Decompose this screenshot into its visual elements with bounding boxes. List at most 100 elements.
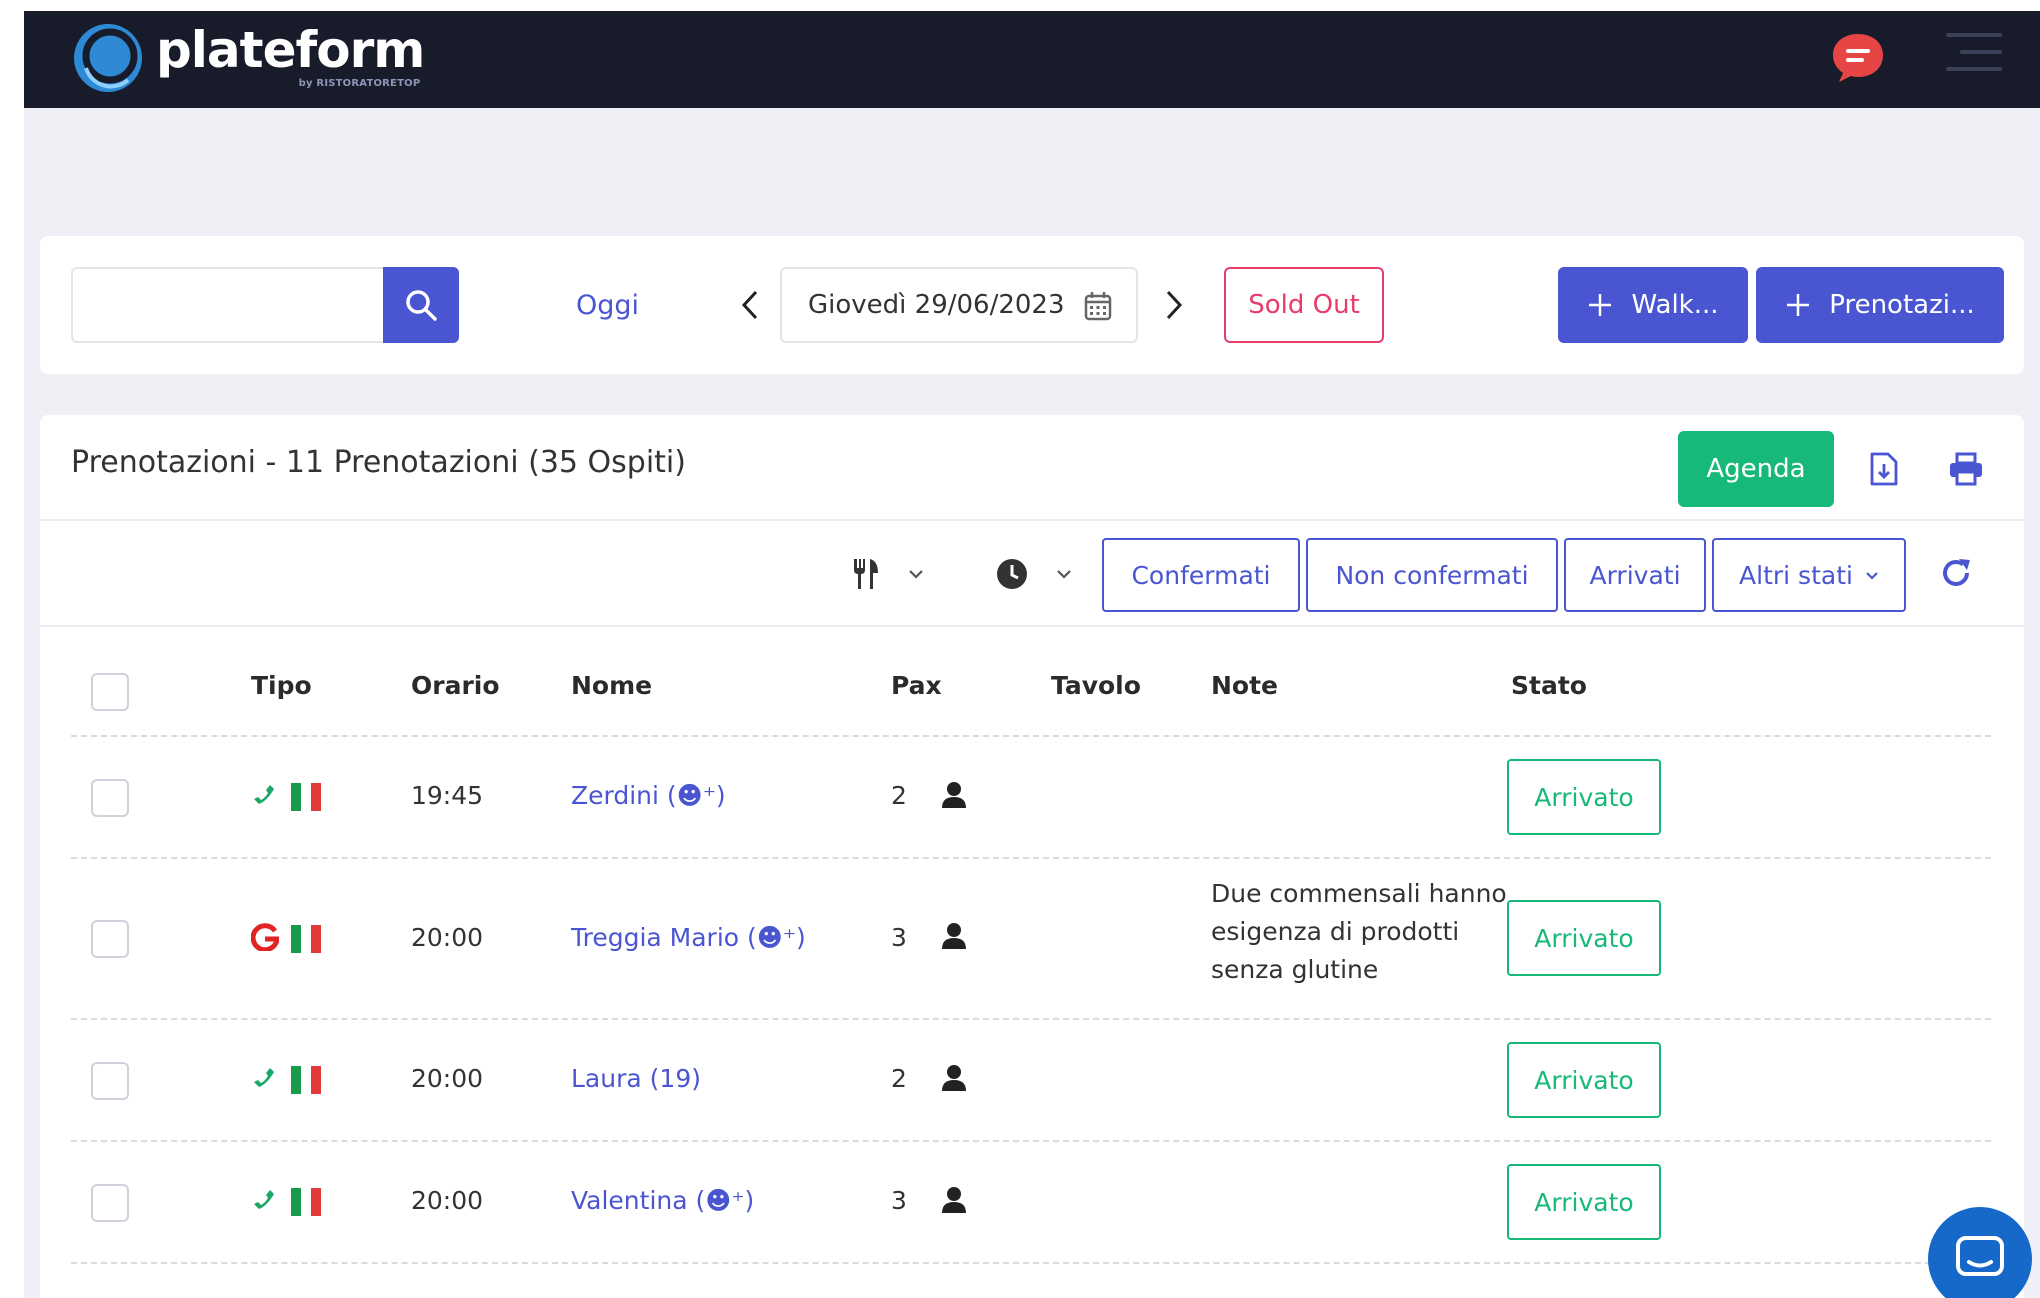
- phone-icon: [254, 1190, 274, 1209]
- chevron-down-icon: [909, 570, 923, 579]
- guest-badge: (☻⁺): [666, 781, 726, 810]
- guest-badge: (☻⁺): [747, 923, 806, 952]
- pax-count: 2: [891, 1064, 907, 1093]
- pax-count: 2: [891, 781, 907, 810]
- booking-time: 20:00: [411, 1186, 484, 1215]
- guest-name-link[interactable]: Treggia Mario (☻⁺): [571, 923, 806, 952]
- selected-date: Giovedì 29/06/2023: [808, 290, 1065, 320]
- walk-in-label: Walk...: [1631, 290, 1719, 320]
- filter-other-states-dropdown[interactable]: Altri stati: [1712, 538, 1906, 612]
- row-checkbox[interactable]: [91, 920, 129, 958]
- bookings-card: Prenotazioni - 11 Prenotazioni (35 Ospit…: [40, 415, 2024, 1298]
- add-walk-in-button[interactable]: Walk...: [1558, 267, 1748, 343]
- top-navbar: plateform by RISTORATORETOP: [24, 11, 2040, 108]
- table-row[interactable]: 20:00 Treggia Mario (☻⁺) 3 Due commensal…: [71, 859, 1991, 1020]
- add-booking-label: Prenotazi...: [1829, 290, 1975, 320]
- date-picker[interactable]: Giovedì 29/06/2023: [780, 267, 1138, 343]
- filter-unconfirmed-button[interactable]: Non confermati: [1306, 538, 1558, 612]
- file-download-icon: [1870, 452, 1898, 486]
- printer-icon: [1950, 452, 1982, 486]
- column-header: Stato: [1511, 671, 1587, 700]
- time-filter-dropdown[interactable]: [996, 549, 1072, 599]
- hamburger-menu-button[interactable]: [1946, 33, 2002, 81]
- previous-day-button[interactable]: [730, 276, 770, 334]
- bookings-title: Prenotazioni - 11 Prenotazioni (35 Ospit…: [71, 445, 686, 480]
- search-icon: [406, 290, 437, 321]
- menu-bar-icon: [1946, 33, 2002, 37]
- room-filter-dropdown[interactable]: [852, 549, 924, 599]
- chat-button[interactable]: [1829, 28, 1887, 86]
- phone-icon: [254, 785, 274, 804]
- menu-bar-icon: [1960, 50, 2002, 54]
- table-row[interactable]: 20:00 Valentina (☻⁺) 3 Arrivato: [71, 1142, 1991, 1264]
- guest-name-link[interactable]: Laura (19): [571, 1064, 701, 1093]
- refresh-button[interactable]: [1934, 551, 1978, 595]
- guest-name-link[interactable]: Zerdini (☻⁺): [571, 781, 726, 810]
- export-button[interactable]: [1862, 447, 1906, 491]
- sold-out-button[interactable]: Sold Out: [1224, 267, 1384, 343]
- booking-note: Due commensali hanno esigenza di prodott…: [1211, 879, 1507, 984]
- select-all-checkbox[interactable]: [91, 673, 129, 711]
- booking-toolbar: Oggi Giovedì 29/06/2023 Sold Out Walk...…: [40, 236, 2024, 374]
- agenda-button[interactable]: Agenda: [1678, 431, 1834, 507]
- add-booking-button[interactable]: Prenotazi...: [1756, 267, 2004, 343]
- italian-flag-icon: [291, 1066, 321, 1094]
- guest-name: Valentina: [571, 1186, 688, 1215]
- filter-arrived-button[interactable]: Arrivati: [1564, 538, 1706, 612]
- row-checkbox[interactable]: [91, 1184, 129, 1222]
- column-header: Orario: [411, 671, 500, 700]
- brand-tagline: by RISTORATORETOP: [298, 78, 421, 89]
- italian-flag-icon: [291, 1188, 321, 1216]
- status-arrived-button[interactable]: Arrivato: [1507, 1042, 1661, 1118]
- plus-icon: [1589, 294, 1612, 316]
- chevron-down-icon: [1866, 571, 1878, 580]
- person-icon: [942, 782, 966, 808]
- next-day-button[interactable]: [1154, 276, 1194, 334]
- filter-confirmed-button[interactable]: Confermati: [1102, 538, 1300, 612]
- guest-name-link[interactable]: Valentina (☻⁺): [571, 1186, 754, 1215]
- row-checkbox[interactable]: [91, 779, 129, 817]
- google-icon: [251, 923, 279, 951]
- chevron-right-icon: [1166, 290, 1183, 320]
- fork-knife-icon: [854, 559, 878, 589]
- booking-time: 19:45: [411, 781, 484, 810]
- booking-time: 20:00: [411, 1064, 484, 1093]
- column-header: Tipo: [251, 671, 312, 700]
- status-arrived-button[interactable]: Arrivato: [1507, 900, 1661, 976]
- status-arrived-button[interactable]: Arrivato: [1507, 759, 1661, 835]
- chevron-left-icon: [741, 290, 758, 320]
- refresh-icon: [1943, 559, 1970, 586]
- table-row[interactable]: 19:45 Zerdini (☻⁺) 2 Arrivato: [71, 737, 1991, 859]
- clock-icon: [997, 559, 1027, 589]
- column-header: Tavolo: [1051, 671, 1141, 700]
- menu-bar-icon: [1946, 67, 2002, 71]
- column-header: Note: [1211, 671, 1279, 700]
- calendar-icon: [1084, 292, 1112, 321]
- bookings-table: Tipo Orario Nome Pax Tavolo Note Stato 1…: [71, 627, 1991, 1264]
- brand-name: plateform: [156, 21, 425, 79]
- brand-logo[interactable]: plateform by RISTORATORETOP: [72, 18, 425, 98]
- table-header-row: Tipo Orario Nome Pax Tavolo Note Stato: [71, 627, 1991, 737]
- guest-badge: (☻⁺): [695, 1186, 755, 1215]
- search-button[interactable]: [383, 267, 459, 343]
- italian-flag-icon: [291, 783, 321, 811]
- bookings-header: Prenotazioni - 11 Prenotazioni (35 Ospit…: [40, 415, 2024, 521]
- person-icon: [942, 923, 966, 949]
- phone-icon: [254, 1068, 274, 1087]
- app-viewport: plateform by RISTORATORETOP Oggi Giovedì…: [24, 11, 2040, 1298]
- italian-flag-icon: [291, 925, 321, 953]
- row-checkbox[interactable]: [91, 1062, 129, 1100]
- status-arrived-button[interactable]: Arrivato: [1507, 1164, 1661, 1240]
- filters-row: Confermati Non confermati Arrivati Altri…: [40, 521, 2024, 627]
- column-header: Pax: [891, 671, 942, 700]
- table-row[interactable]: 20:00 Laura (19) 2 Arrivato: [71, 1020, 1991, 1142]
- plus-icon: [1787, 294, 1810, 316]
- guest-name: Laura: [571, 1064, 642, 1093]
- search-input[interactable]: [71, 267, 383, 343]
- person-icon: [942, 1187, 966, 1213]
- column-header: Nome: [571, 671, 653, 700]
- person-icon: [942, 1065, 966, 1091]
- print-button[interactable]: [1944, 447, 1988, 491]
- booking-time: 20:00: [411, 923, 484, 952]
- today-button[interactable]: Oggi: [576, 274, 639, 336]
